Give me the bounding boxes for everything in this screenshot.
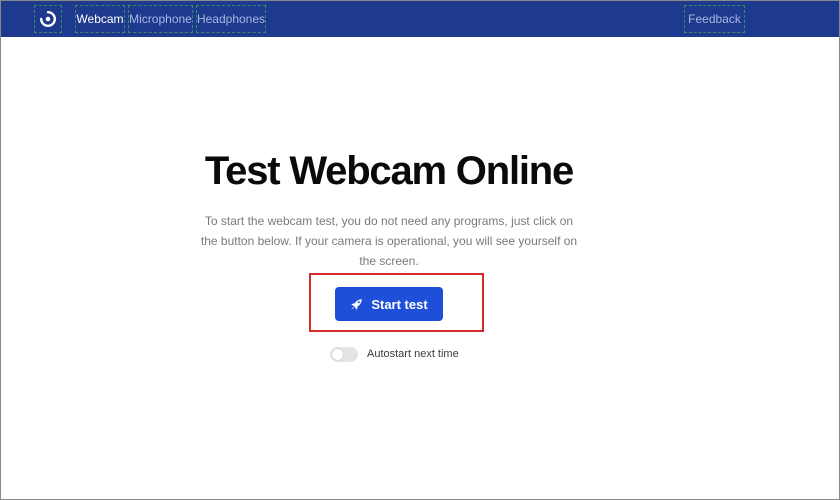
toggle-knob bbox=[332, 348, 343, 360]
logo-link[interactable] bbox=[34, 5, 62, 33]
autostart-label: Autostart next time bbox=[367, 348, 459, 360]
nav-link-headphones[interactable]: Headphones bbox=[196, 5, 266, 33]
nav-link-microphone[interactable]: Microphone bbox=[128, 5, 193, 33]
rocket-icon bbox=[351, 298, 363, 310]
start-test-label: Start test bbox=[371, 296, 428, 312]
autostart-toggle[interactable] bbox=[330, 346, 358, 362]
nav-link-feedback[interactable]: Feedback bbox=[684, 5, 745, 33]
nav-link-webcam[interactable]: Webcam bbox=[75, 5, 125, 33]
autostart-row: Autostart next time bbox=[330, 346, 459, 362]
start-test-button[interactable]: Start test bbox=[335, 287, 443, 321]
top-navbar: Webcam Microphone Headphones Feedback bbox=[1, 1, 839, 37]
page-title: Test Webcam Online bbox=[204, 149, 574, 193]
page-description: To start the webcam test, you do not nee… bbox=[200, 214, 578, 268]
target-icon bbox=[40, 11, 56, 27]
app-window: Webcam Microphone Headphones Feedback Te… bbox=[0, 0, 840, 500]
